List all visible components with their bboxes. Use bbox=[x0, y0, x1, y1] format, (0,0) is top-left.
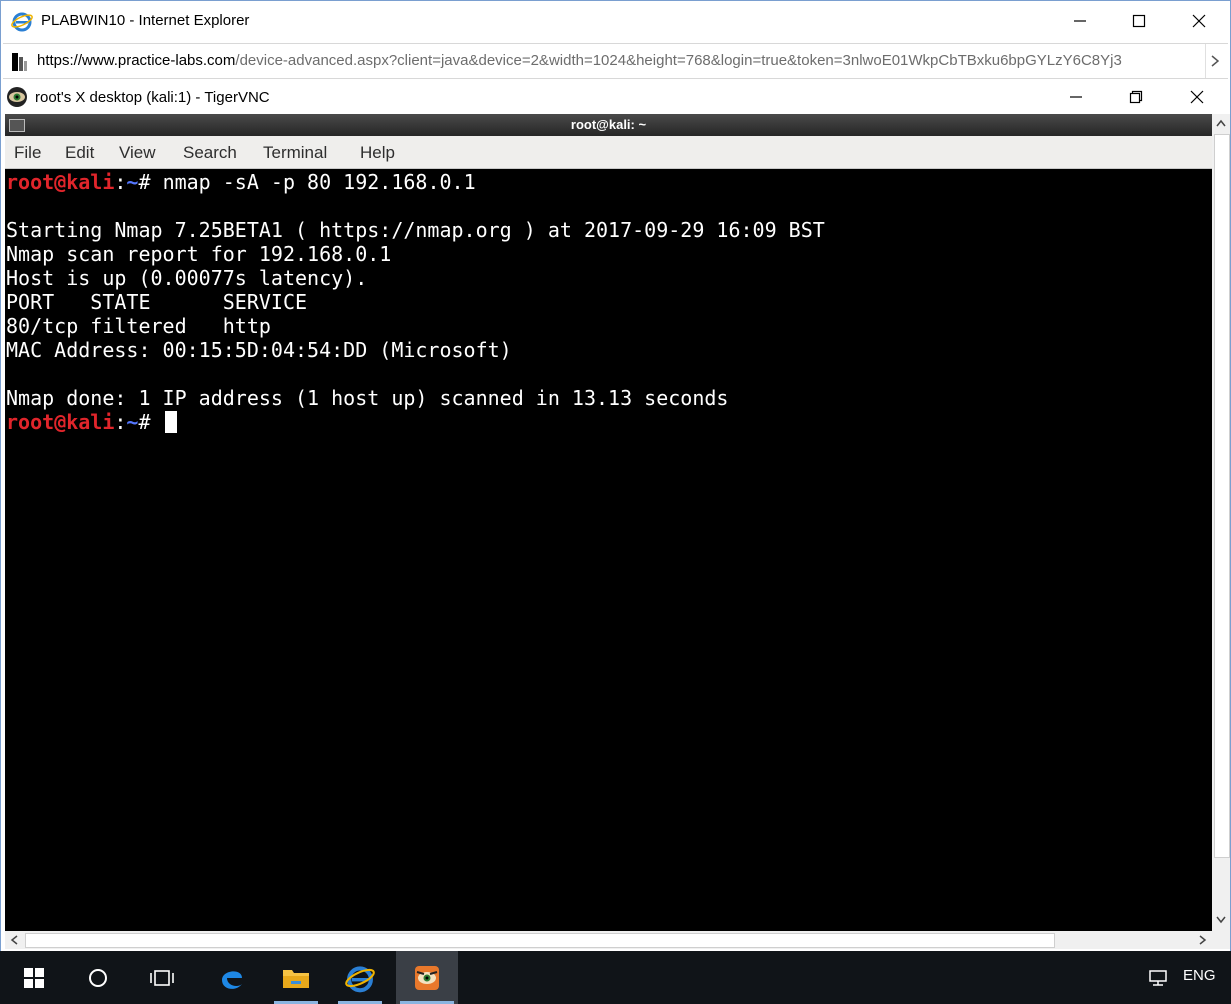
terminal-cursor bbox=[164, 411, 177, 433]
horizontal-scrollbar[interactable] bbox=[5, 931, 1212, 949]
page-icon bbox=[12, 53, 27, 71]
output-line: Nmap scan report for 192.168.0.1 bbox=[6, 242, 392, 266]
minimize-icon bbox=[1070, 96, 1082, 98]
url-text[interactable]: https://www.practice-labs.com/device-adv… bbox=[37, 52, 1122, 69]
menu-terminal[interactable]: Terminal bbox=[263, 143, 327, 163]
minimize-button[interactable] bbox=[1050, 1, 1110, 41]
start-button[interactable] bbox=[10, 951, 58, 1004]
cortana-button[interactable] bbox=[74, 951, 122, 1004]
output-line: Host is up (0.00077s latency). bbox=[6, 266, 368, 290]
close-icon bbox=[1190, 90, 1204, 104]
taskbar-internet-explorer[interactable] bbox=[334, 951, 386, 1004]
scrollbar-corner bbox=[1212, 931, 1230, 949]
file-explorer-icon bbox=[283, 969, 309, 988]
url-scroll-button[interactable] bbox=[1205, 44, 1224, 78]
terminal-title-bar[interactable]: root@kali: ~ bbox=[5, 114, 1212, 136]
ie-title-bar[interactable]: PLABWIN10 - Internet Explorer bbox=[1, 1, 1230, 41]
start-icon bbox=[24, 967, 44, 988]
internet-explorer-icon bbox=[345, 965, 375, 992]
scroll-left-button[interactable] bbox=[5, 931, 23, 949]
command-text: nmap -sA -p 80 192.168.0.1 bbox=[162, 170, 476, 194]
tigervnc-icon bbox=[415, 965, 439, 990]
tigervnc-icon bbox=[7, 87, 27, 107]
task-view-icon bbox=[150, 969, 174, 986]
output-line: MAC Address: 00:15:5D:04:54:DD (Microsof… bbox=[6, 338, 512, 362]
window-title: PLABWIN10 - Internet Explorer bbox=[41, 12, 250, 29]
close-icon bbox=[1192, 14, 1206, 28]
terminal-title: root@kali: ~ bbox=[570, 117, 647, 132]
minimize-icon bbox=[1074, 20, 1086, 22]
chevron-left-icon bbox=[10, 935, 18, 945]
close-button[interactable] bbox=[1169, 1, 1229, 41]
taskbar-file-explorer[interactable] bbox=[270, 951, 322, 1004]
vnc-title-bar[interactable]: root's X desktop (kali:1) - TigerVNC bbox=[2, 80, 1229, 114]
ie-window: PLABWIN10 - Internet Explorer https://ww… bbox=[0, 0, 1231, 1004]
scroll-right-button[interactable] bbox=[1194, 931, 1212, 949]
task-view-button[interactable] bbox=[138, 951, 186, 1004]
scroll-down-button[interactable] bbox=[1212, 911, 1230, 929]
vnc-minimize-button[interactable] bbox=[1046, 80, 1106, 114]
network-icon bbox=[1149, 969, 1167, 986]
terminal-area[interactable]: root@kali:~# nmap -sA -p 80 192.168.0.1 … bbox=[5, 169, 1212, 931]
menu-help[interactable]: Help bbox=[360, 143, 395, 163]
prompt-line: root@kali:~# bbox=[6, 410, 177, 434]
menu-edit[interactable]: Edit bbox=[65, 143, 94, 163]
taskbar: ENG bbox=[0, 951, 1231, 1004]
edge-icon bbox=[222, 970, 242, 989]
output-line: 80/tcp filtered http bbox=[6, 314, 271, 338]
chevron-down-icon bbox=[1216, 916, 1226, 924]
chevron-up-icon bbox=[1216, 119, 1226, 127]
horizontal-scroll-thumb[interactable] bbox=[25, 933, 1055, 948]
menu-search[interactable]: Search bbox=[183, 143, 237, 163]
menu-view[interactable]: View bbox=[119, 143, 156, 163]
output-line: Starting Nmap 7.25BETA1 ( https://nmap.o… bbox=[6, 218, 825, 242]
vertical-scrollbar[interactable] bbox=[1212, 114, 1230, 931]
output-line: Nmap done: 1 IP address (1 host up) scan… bbox=[6, 386, 729, 410]
cortana-icon bbox=[89, 968, 107, 987]
network-button[interactable] bbox=[1144, 951, 1174, 1004]
restore-icon bbox=[1129, 90, 1143, 104]
vertical-scroll-thumb[interactable] bbox=[1214, 134, 1230, 858]
chevron-right-icon bbox=[1199, 935, 1207, 945]
vnc-window-title: root's X desktop (kali:1) - TigerVNC bbox=[35, 89, 270, 106]
taskbar-tigervnc[interactable] bbox=[396, 951, 458, 1004]
maximize-button[interactable] bbox=[1109, 1, 1169, 41]
internet-explorer-icon bbox=[11, 12, 33, 32]
menu-file[interactable]: File bbox=[14, 143, 41, 163]
command-line: root@kali:~# nmap -sA -p 80 192.168.0.1 bbox=[6, 170, 476, 194]
language-indicator[interactable]: ENG bbox=[1183, 967, 1216, 984]
maximize-icon bbox=[1132, 14, 1146, 28]
address-bar[interactable]: https://www.practice-labs.com/device-adv… bbox=[3, 43, 1228, 79]
vnc-restore-button[interactable] bbox=[1106, 80, 1166, 114]
chevron-right-icon bbox=[1211, 55, 1219, 67]
taskbar-edge[interactable] bbox=[206, 951, 258, 1004]
vnc-close-button[interactable] bbox=[1167, 80, 1227, 114]
terminal-menubar: File Edit View Search Terminal Help bbox=[5, 136, 1212, 169]
scroll-up-button[interactable] bbox=[1212, 114, 1230, 132]
output-line: PORT STATE SERVICE bbox=[6, 290, 308, 314]
